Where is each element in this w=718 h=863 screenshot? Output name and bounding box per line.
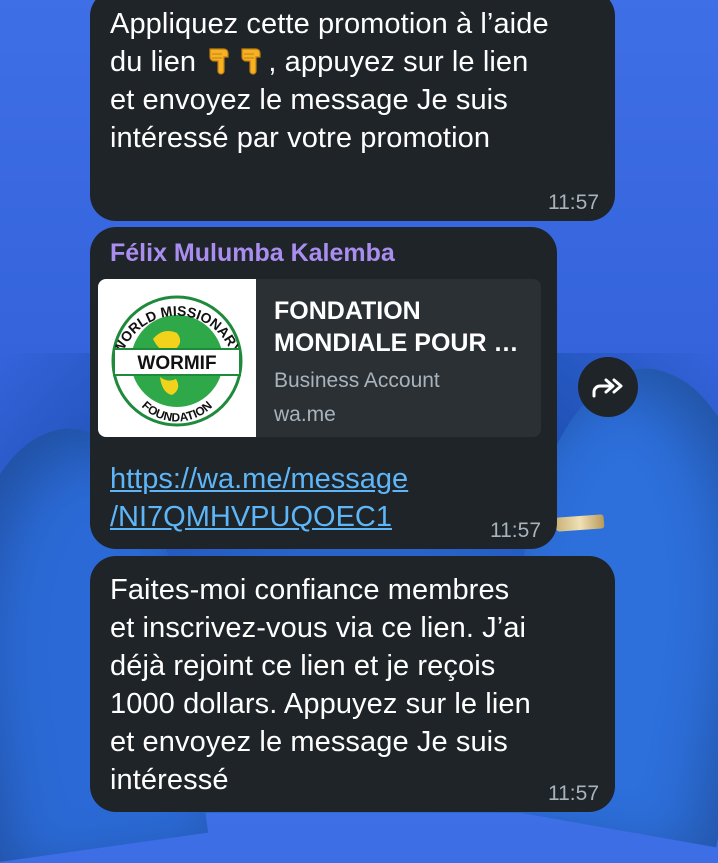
forward-button[interactable] — [578, 357, 638, 417]
forward-arrow-icon — [592, 378, 623, 398]
message-bubble[interactable]: Faites-moi confiance membres et inscrive… — [90, 556, 615, 812]
wormif-logo-icon: WORLD MISSIONARY WORMIF FOUNDATION — [110, 295, 244, 427]
message-link[interactable]: https://wa.me/message/NI7QMHVPUQOEC1 — [110, 460, 408, 536]
message-time: 11:57 — [548, 782, 599, 805]
preview-title: FONDATION MONDIALE POUR … — [274, 297, 519, 357]
logo-text-center: WORMIF — [137, 353, 216, 374]
sender-name[interactable]: Félix Mulumba Kalemba — [110, 239, 395, 268]
message-text: Appliquez cette promotion à l’aide du li… — [110, 8, 549, 154]
message-text: Faites-moi confiance membres et inscrive… — [110, 574, 531, 796]
message-bubble-link[interactable]: Félix Mulumba Kalemba WORLD MISSIONARY W… — [90, 227, 557, 549]
pointing-down-hand-icon — [204, 45, 236, 75]
link-preview-card[interactable]: WORLD MISSIONARY WORMIF FOUNDATION FONDA… — [98, 279, 541, 437]
preview-host: wa.me — [274, 403, 336, 426]
preview-subtitle: Business Account — [274, 369, 440, 392]
message-time: 11:57 — [548, 191, 599, 214]
pointing-down-hand-icon — [236, 45, 268, 75]
message-bubble[interactable]: Appliquez cette promotion à l’aide du li… — [90, 0, 615, 221]
wormif-logo-thumbnail: WORLD MISSIONARY WORMIF FOUNDATION — [98, 279, 256, 437]
message-time: 11:57 — [490, 519, 541, 542]
